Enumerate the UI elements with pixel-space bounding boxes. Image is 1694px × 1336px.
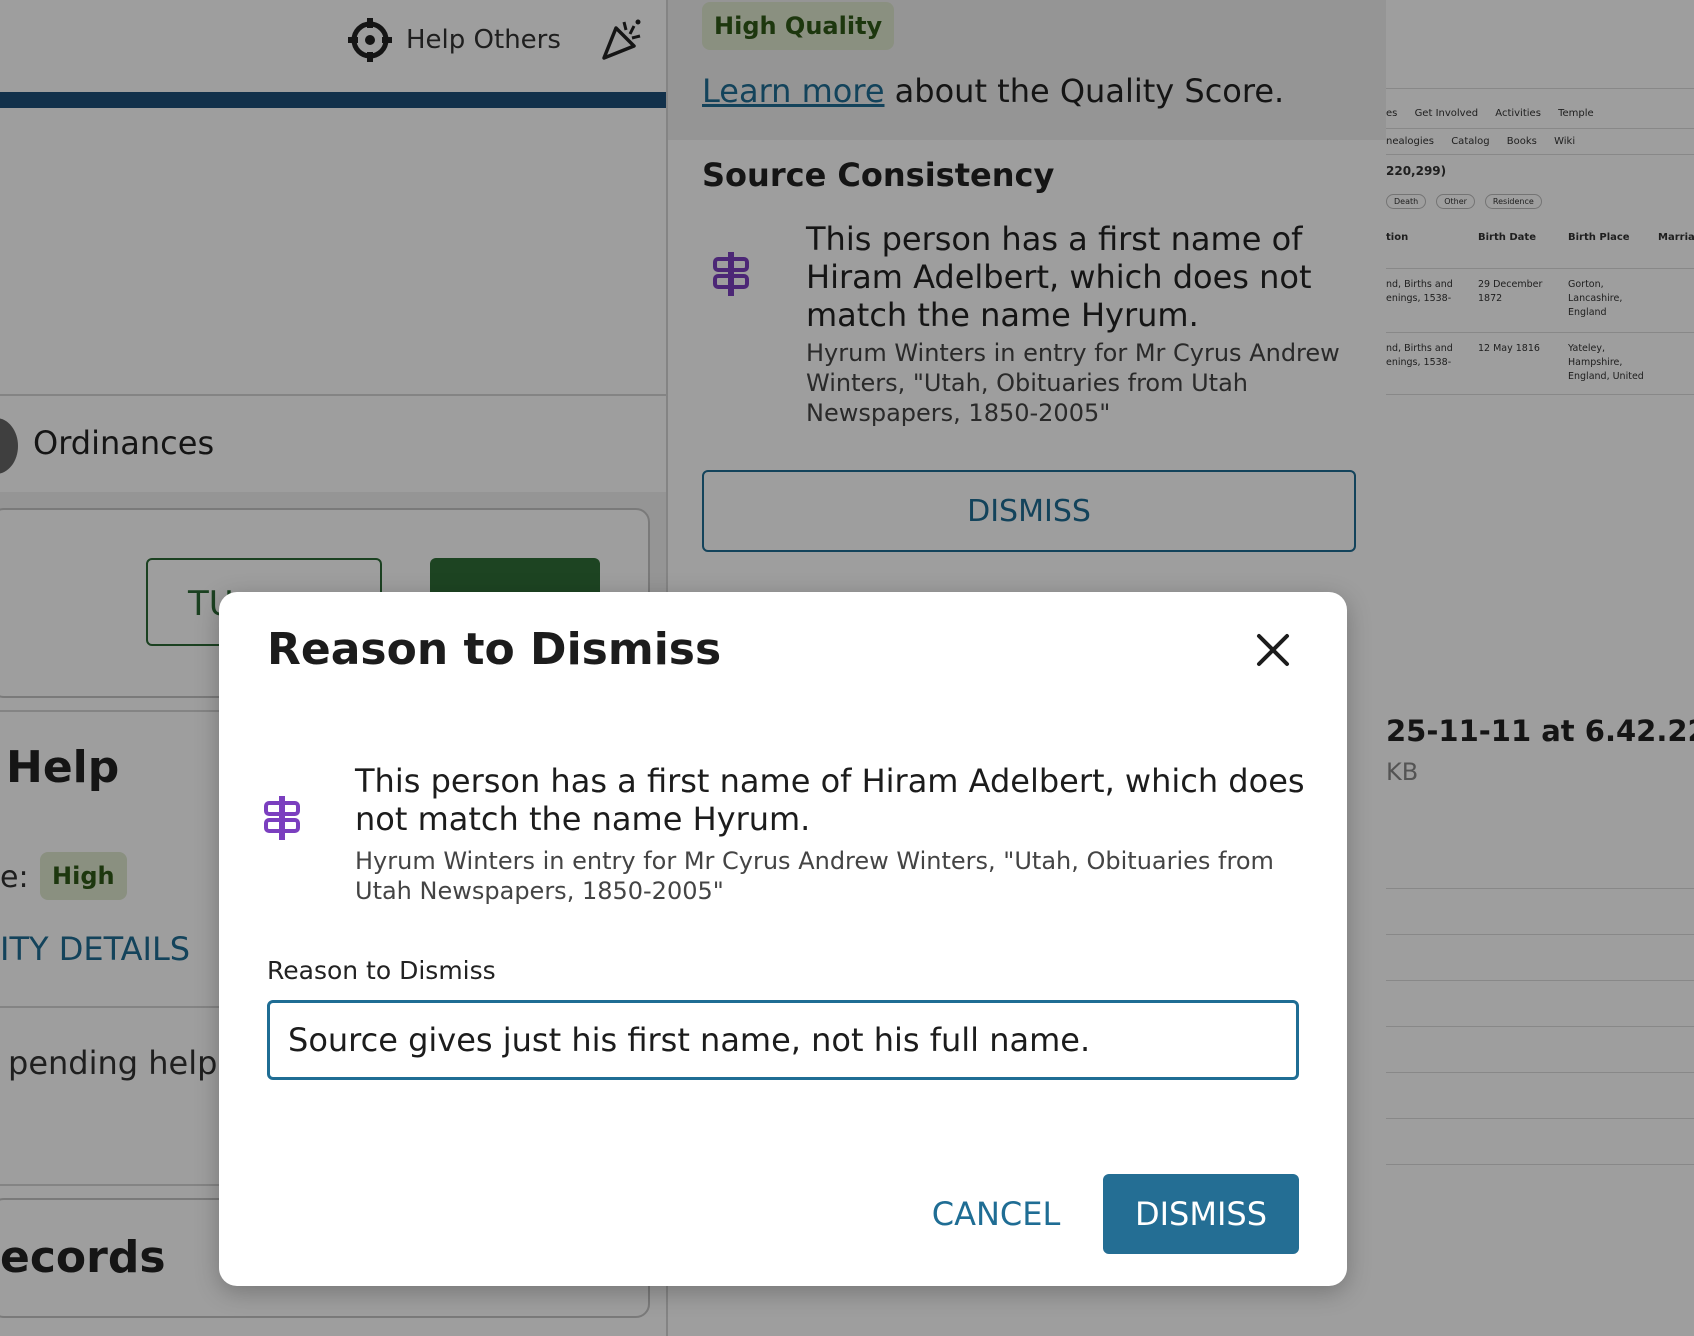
reason-input[interactable] <box>267 1000 1299 1080</box>
close-icon[interactable] <box>1251 628 1295 672</box>
dialog-title: Reason to Dismiss <box>267 624 722 675</box>
cancel-button[interactable]: CANCEL <box>909 1174 1083 1254</box>
dialog-issue-source: Hyrum Winters in entry for Mr Cyrus Andr… <box>355 847 1274 905</box>
signpost-icon <box>264 796 300 840</box>
dialog-issue-message: This person has a first name of Hiram Ad… <box>355 762 1305 838</box>
dismiss-button[interactable]: DISMISS <box>1103 1174 1299 1254</box>
reason-field-label: Reason to Dismiss <box>267 956 496 985</box>
reason-to-dismiss-dialog: Reason to Dismiss This person has a firs… <box>219 592 1347 1286</box>
